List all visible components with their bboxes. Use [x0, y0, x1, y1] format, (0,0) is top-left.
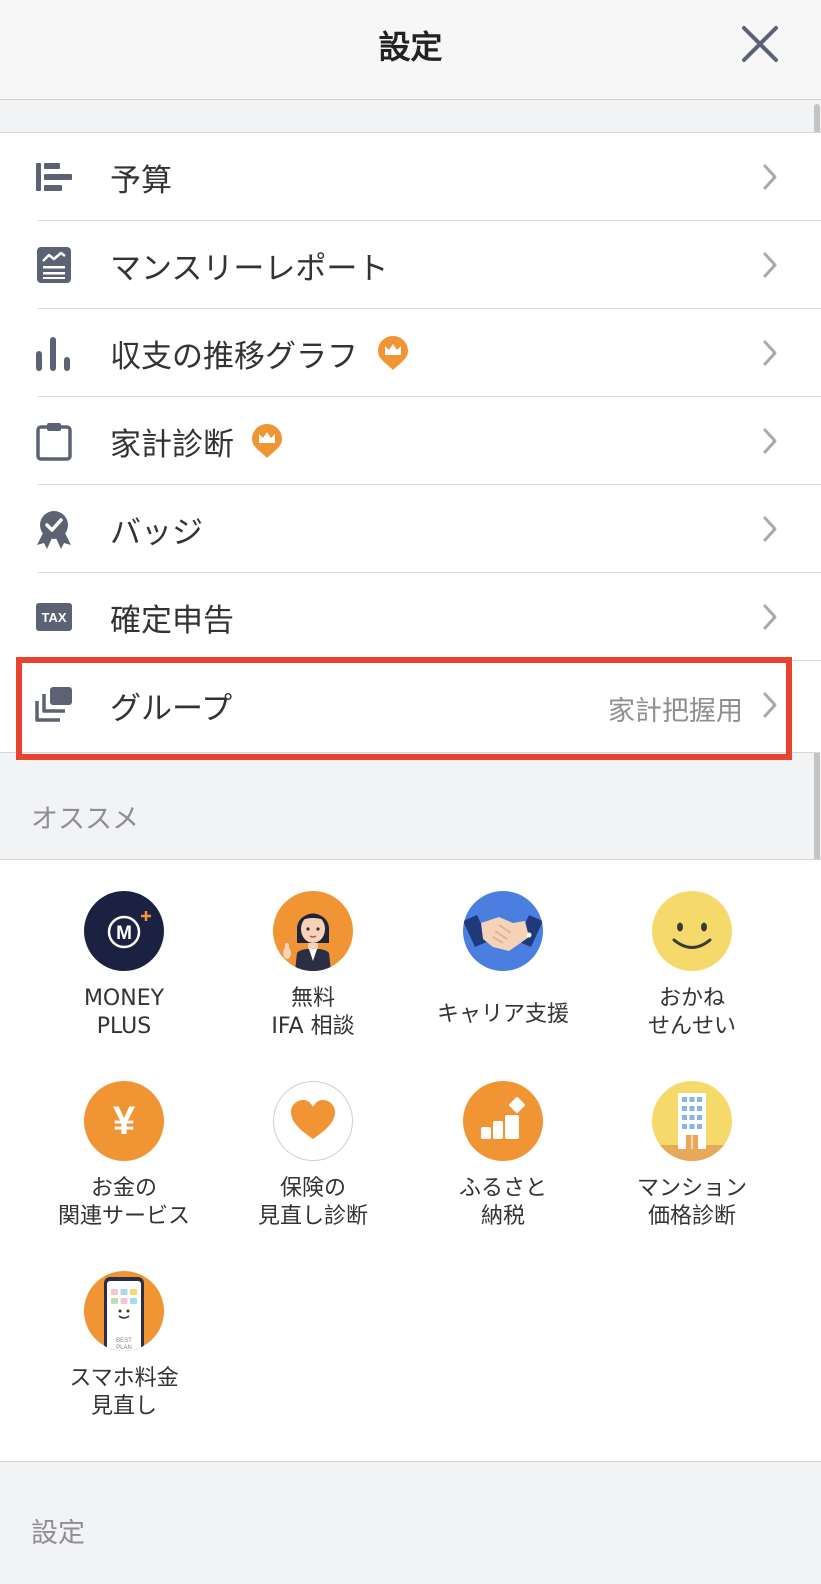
bar-graph-icon — [36, 337, 70, 371]
chevron-right-icon — [763, 164, 777, 190]
menu-item-label: マンスリーレポート — [110, 251, 389, 287]
rec-smartphone-plan[interactable]: BEST PLAN スマホ料金 見直し — [29, 1271, 219, 1421]
handshake-icon — [463, 891, 543, 971]
rec-insurance-review[interactable]: 保険の 見直し診断 — [218, 1081, 408, 1231]
premium-crown-icon — [252, 424, 282, 458]
rec-label: ふるさと 納税 — [458, 1176, 547, 1229]
phone-screen-text-2: PLAN — [116, 1345, 132, 1351]
tax-icon-text: TAX — [41, 610, 66, 625]
menu-item-label: 確定申告 — [110, 603, 234, 639]
phone-screen-text-1: BEST — [116, 1338, 132, 1344]
smartphone-plan-icon: BEST PLAN — [84, 1271, 164, 1351]
clipboard-icon — [36, 423, 72, 461]
budget-bars-icon — [36, 163, 72, 191]
hometown-tax-icon — [463, 1081, 543, 1161]
rec-ifa-consult[interactable]: 無料 IFA 相談 — [218, 891, 408, 1041]
advisor-woman-icon — [273, 891, 353, 971]
menu-item-label: 予算 — [110, 163, 172, 199]
chevron-right-icon — [763, 516, 777, 542]
settings-section-heading: 設定 — [31, 1518, 85, 1549]
rec-money-services[interactable]: ¥ お金の 関連サービス — [29, 1081, 219, 1231]
close-button[interactable] — [740, 24, 780, 64]
header-bar: 設定 — [0, 0, 821, 100]
rec-label: キャリア支援 — [436, 1002, 569, 1027]
yen-icon: ¥ — [84, 1081, 164, 1161]
rec-mansion-appraisal[interactable]: マンション 価格診断 — [597, 1081, 787, 1231]
page-title: 設定 — [378, 28, 443, 66]
group-highlight-box — [16, 657, 792, 760]
menu-item-household-diagnosis[interactable]: 家計診断 — [0, 397, 821, 485]
rec-money-plus[interactable]: M MONEY PLUS — [29, 891, 219, 1041]
rec-label: お金の 関連サービス — [57, 1176, 190, 1229]
rec-label: 保険の 見直し診断 — [257, 1176, 368, 1229]
menu-item-trend-graph[interactable]: 収支の推移グラフ — [0, 309, 821, 397]
premium-crown-icon — [378, 336, 408, 370]
chevron-right-icon — [763, 604, 777, 630]
heart-icon — [273, 1081, 353, 1161]
menu-item-label: 家計診断 — [110, 427, 234, 463]
report-chart-icon — [37, 247, 71, 283]
menu-item-monthly-report[interactable]: マンスリーレポート — [0, 221, 821, 309]
rec-label: おかね せんせい — [647, 986, 736, 1039]
rec-career-support[interactable]: キャリア支援 — [408, 891, 598, 1029]
rec-label: スマホ料金 見直し — [69, 1366, 179, 1419]
building-icon — [652, 1081, 732, 1161]
recommend-grid: M MONEY PLUS 無料 IFA 相談 キャリア支援 おかね せんせい ¥… — [0, 859, 821, 1462]
recommend-heading: オススメ — [31, 804, 139, 835]
rec-okane-sensei[interactable]: おかね せんせい — [597, 891, 787, 1041]
menu-item-badge[interactable]: バッジ — [0, 485, 821, 573]
yen-symbol: ¥ — [113, 1099, 136, 1143]
chevron-right-icon — [763, 340, 777, 366]
badge-ribbon-icon — [37, 511, 71, 549]
menu-item-label: バッジ — [110, 515, 203, 551]
chevron-right-icon — [763, 252, 777, 278]
rec-label: 無料 IFA 相談 — [271, 986, 355, 1039]
chevron-right-icon — [763, 428, 777, 454]
tax-icon: TAX — [36, 603, 72, 631]
close-icon — [742, 26, 778, 62]
menu-item-budget[interactable]: 予算 — [0, 133, 821, 221]
rec-hometown-tax[interactable]: ふるさと 納税 — [408, 1081, 598, 1231]
menu-item-label: 収支の推移グラフ — [110, 339, 358, 375]
rec-label: マンション 価格診断 — [636, 1176, 747, 1229]
menu-item-tax-return[interactable]: TAX 確定申告 — [0, 573, 821, 661]
rec-label: MONEY PLUS — [83, 986, 165, 1039]
smiley-face-icon — [652, 891, 732, 971]
money-plus-logo-icon: M — [84, 891, 164, 971]
money-plus-logo-text: M — [116, 923, 132, 944]
